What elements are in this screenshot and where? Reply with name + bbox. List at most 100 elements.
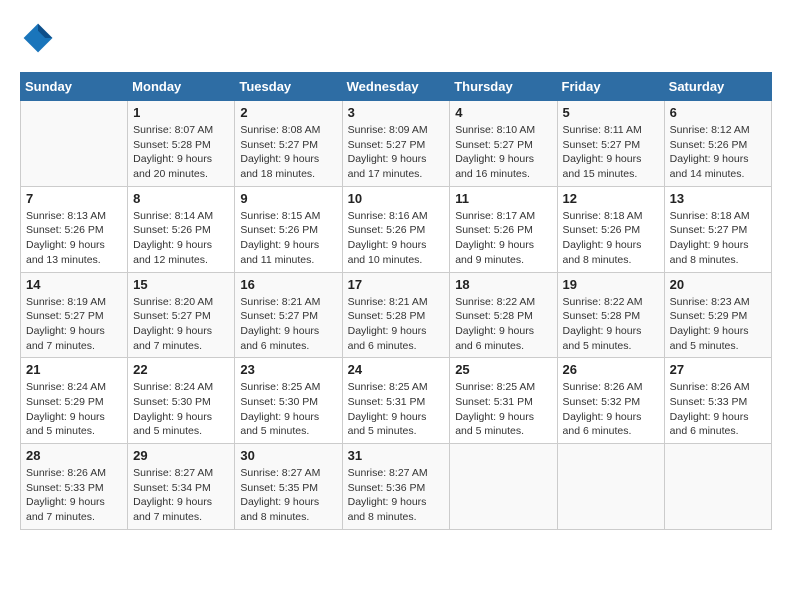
day-number: 28	[26, 448, 122, 463]
day-info: Sunrise: 8:26 AM Sunset: 5:32 PM Dayligh…	[563, 380, 659, 439]
column-header-sunday: Sunday	[21, 73, 128, 101]
day-number: 2	[240, 105, 336, 120]
day-number: 17	[348, 277, 445, 292]
calendar-cell: 23Sunrise: 8:25 AM Sunset: 5:30 PM Dayli…	[235, 358, 342, 444]
calendar-cell: 3 Sunrise: 8:09 AM Sunset: 5:27 PM Daylig…	[342, 101, 450, 187]
day-number: 16	[240, 277, 336, 292]
day-info: Sunrise: 8:07 AM Sunset: 5:28 PM Dayligh…	[133, 123, 229, 182]
header-row: SundayMondayTuesdayWednesdayThursdayFrid…	[21, 73, 772, 101]
day-info: Sunrise: 8:19 AM Sunset: 5:27 PM Dayligh…	[26, 295, 122, 354]
calendar-cell: 21 Sunrise: 8:24 AM Sunset: 5:29 PM Dayli…	[21, 358, 128, 444]
calendar-cell: 11Sunrise: 8:17 AM Sunset: 5:26 PM Dayli…	[450, 186, 557, 272]
day-number: 19	[563, 277, 659, 292]
day-number: 20	[670, 277, 766, 292]
logo-icon	[20, 20, 56, 56]
calendar-cell: 17 Sunrise: 8:21 AM Sunset: 5:28 PM Dayli…	[342, 272, 450, 358]
calendar-cell: 25 Sunrise: 8:25 AM Sunset: 5:31 PM Dayli…	[450, 358, 557, 444]
calendar-cell: 20Sunrise: 8:23 AM Sunset: 5:29 PM Dayli…	[664, 272, 771, 358]
week-row-2: 7Sunrise: 8:13 AM Sunset: 5:26 PM Daylig…	[21, 186, 772, 272]
calendar-cell	[664, 444, 771, 530]
day-number: 10	[348, 191, 445, 206]
calendar-cell: 12 Sunrise: 8:18 AM Sunset: 5:26 PM Dayli…	[557, 186, 664, 272]
column-header-wednesday: Wednesday	[342, 73, 450, 101]
day-number: 18	[455, 277, 551, 292]
day-number: 30	[240, 448, 336, 463]
day-number: 29	[133, 448, 229, 463]
day-info: Sunrise: 8:27 AM Sunset: 5:34 PM Dayligh…	[133, 466, 229, 525]
day-number: 8	[133, 191, 229, 206]
calendar-cell: 10 Sunrise: 8:16 AM Sunset: 5:26 PM Dayli…	[342, 186, 450, 272]
day-info: Sunrise: 8:13 AM Sunset: 5:26 PM Dayligh…	[26, 209, 122, 268]
calendar-cell: 19 Sunrise: 8:22 AM Sunset: 5:28 PM Dayli…	[557, 272, 664, 358]
day-info: Sunrise: 8:24 AM Sunset: 5:29 PM Dayligh…	[26, 380, 122, 439]
calendar-cell	[450, 444, 557, 530]
day-info: Sunrise: 8:15 AM Sunset: 5:26 PM Dayligh…	[240, 209, 336, 268]
day-info: Sunrise: 8:22 AM Sunset: 5:28 PM Dayligh…	[563, 295, 659, 354]
day-info: Sunrise: 8:26 AM Sunset: 5:33 PM Dayligh…	[26, 466, 122, 525]
calendar-cell: 28 Sunrise: 8:26 AM Sunset: 5:33 PM Dayli…	[21, 444, 128, 530]
day-info: Sunrise: 8:12 AM Sunset: 5:26 PM Dayligh…	[670, 123, 766, 182]
day-info: Sunrise: 8:10 AM Sunset: 5:27 PM Dayligh…	[455, 123, 551, 182]
day-number: 5	[563, 105, 659, 120]
day-number: 21	[26, 362, 122, 377]
day-info: Sunrise: 8:09 AM Sunset: 5:27 PM Dayligh…	[348, 123, 445, 182]
day-number: 24	[348, 362, 445, 377]
day-number: 31	[348, 448, 445, 463]
day-info: Sunrise: 8:16 AM Sunset: 5:26 PM Dayligh…	[348, 209, 445, 268]
day-info: Sunrise: 8:26 AM Sunset: 5:33 PM Dayligh…	[670, 380, 766, 439]
week-row-3: 14 Sunrise: 8:19 AM Sunset: 5:27 PM Dayli…	[21, 272, 772, 358]
column-header-saturday: Saturday	[664, 73, 771, 101]
day-number: 12	[563, 191, 659, 206]
day-info: Sunrise: 8:20 AM Sunset: 5:27 PM Dayligh…	[133, 295, 229, 354]
day-number: 25	[455, 362, 551, 377]
day-number: 9	[240, 191, 336, 206]
week-row-1: 1 Sunrise: 8:07 AM Sunset: 5:28 PM Daylig…	[21, 101, 772, 187]
day-number: 22	[133, 362, 229, 377]
calendar-cell: 7Sunrise: 8:13 AM Sunset: 5:26 PM Daylig…	[21, 186, 128, 272]
day-number: 14	[26, 277, 122, 292]
day-info: Sunrise: 8:18 AM Sunset: 5:26 PM Dayligh…	[563, 209, 659, 268]
day-info: Sunrise: 8:17 AM Sunset: 5:26 PM Dayligh…	[455, 209, 551, 268]
calendar-cell: 22 Sunrise: 8:24 AM Sunset: 5:30 PM Dayli…	[128, 358, 235, 444]
day-number: 15	[133, 277, 229, 292]
calendar-cell: 16Sunrise: 8:21 AM Sunset: 5:27 PM Dayli…	[235, 272, 342, 358]
calendar-cell: 14 Sunrise: 8:19 AM Sunset: 5:27 PM Dayli…	[21, 272, 128, 358]
day-number: 1	[133, 105, 229, 120]
day-info: Sunrise: 8:18 AM Sunset: 5:27 PM Dayligh…	[670, 209, 766, 268]
day-info: Sunrise: 8:27 AM Sunset: 5:35 PM Dayligh…	[240, 466, 336, 525]
calendar-cell: 30 Sunrise: 8:27 AM Sunset: 5:35 PM Dayli…	[235, 444, 342, 530]
day-number: 26	[563, 362, 659, 377]
day-number: 13	[670, 191, 766, 206]
column-header-monday: Monday	[128, 73, 235, 101]
day-number: 23	[240, 362, 336, 377]
day-number: 4	[455, 105, 551, 120]
calendar-cell: 26 Sunrise: 8:26 AM Sunset: 5:32 PM Dayli…	[557, 358, 664, 444]
calendar-table: SundayMondayTuesdayWednesdayThursdayFrid…	[20, 72, 772, 530]
day-info: Sunrise: 8:21 AM Sunset: 5:28 PM Dayligh…	[348, 295, 445, 354]
calendar-cell: 4 Sunrise: 8:10 AM Sunset: 5:27 PM Daylig…	[450, 101, 557, 187]
calendar-cell	[21, 101, 128, 187]
day-number: 27	[670, 362, 766, 377]
logo	[20, 20, 62, 56]
day-info: Sunrise: 8:11 AM Sunset: 5:27 PM Dayligh…	[563, 123, 659, 182]
day-info: Sunrise: 8:27 AM Sunset: 5:36 PM Dayligh…	[348, 466, 445, 525]
calendar-cell: 8 Sunrise: 8:14 AM Sunset: 5:26 PM Daylig…	[128, 186, 235, 272]
column-header-tuesday: Tuesday	[235, 73, 342, 101]
calendar-cell: 13 Sunrise: 8:18 AM Sunset: 5:27 PM Dayli…	[664, 186, 771, 272]
calendar-cell: 2 Sunrise: 8:08 AM Sunset: 5:27 PM Daylig…	[235, 101, 342, 187]
day-info: Sunrise: 8:08 AM Sunset: 5:27 PM Dayligh…	[240, 123, 336, 182]
column-header-friday: Friday	[557, 73, 664, 101]
day-info: Sunrise: 8:24 AM Sunset: 5:30 PM Dayligh…	[133, 380, 229, 439]
calendar-cell: 27 Sunrise: 8:26 AM Sunset: 5:33 PM Dayli…	[664, 358, 771, 444]
day-info: Sunrise: 8:14 AM Sunset: 5:26 PM Dayligh…	[133, 209, 229, 268]
day-number: 6	[670, 105, 766, 120]
calendar-cell: 29 Sunrise: 8:27 AM Sunset: 5:34 PM Dayli…	[128, 444, 235, 530]
calendar-cell: 24Sunrise: 8:25 AM Sunset: 5:31 PM Dayli…	[342, 358, 450, 444]
day-number: 3	[348, 105, 445, 120]
day-info: Sunrise: 8:25 AM Sunset: 5:31 PM Dayligh…	[455, 380, 551, 439]
column-header-thursday: Thursday	[450, 73, 557, 101]
calendar-cell: 6 Sunrise: 8:12 AM Sunset: 5:26 PM Daylig…	[664, 101, 771, 187]
page-container: SundayMondayTuesdayWednesdayThursdayFrid…	[20, 20, 772, 530]
header	[20, 20, 772, 56]
calendar-cell: 15 Sunrise: 8:20 AM Sunset: 5:27 PM Dayli…	[128, 272, 235, 358]
